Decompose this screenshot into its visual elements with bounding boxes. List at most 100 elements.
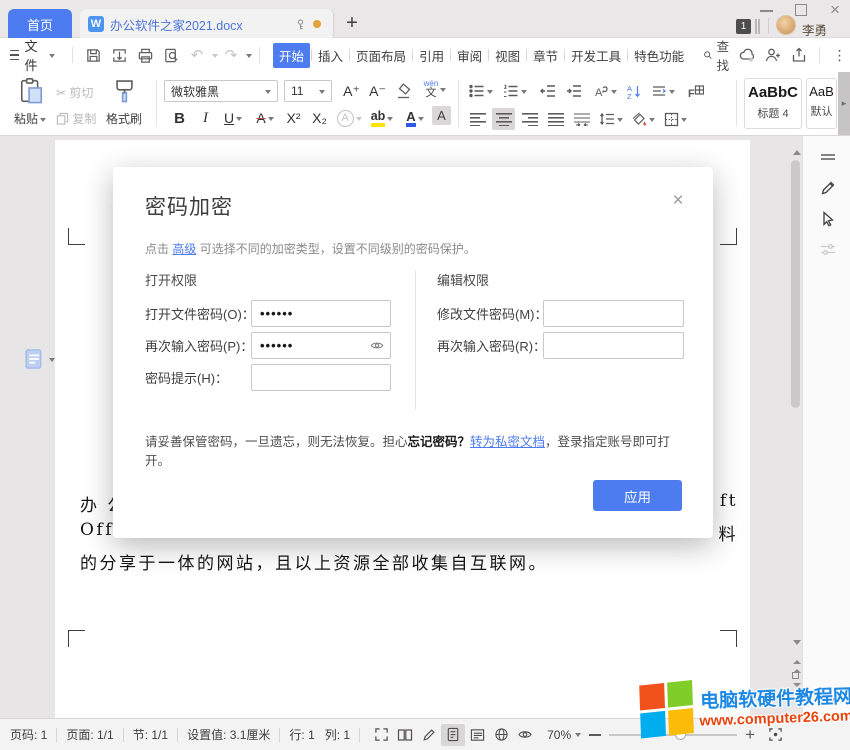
decrease-indent-icon[interactable] [536, 80, 559, 102]
apply-button[interactable]: 应用 [593, 480, 682, 511]
subscript-button[interactable]: X₂ [308, 107, 331, 129]
scroll-down-icon[interactable] [793, 640, 801, 649]
status-setting: 设置值: 3.1厘米 [187, 726, 270, 743]
menu-tab-sections[interactable]: 章节 [528, 43, 563, 68]
font-name-select[interactable]: 微软雅黑 [164, 80, 278, 102]
user-name[interactable]: 李勇 [802, 20, 827, 39]
pinyin-guide-button[interactable]: wén 文 [420, 78, 450, 100]
close-window-icon[interactable]: × [828, 3, 842, 17]
outline-view-icon[interactable] [465, 724, 489, 746]
menu-tab-page-layout[interactable]: 页面布局 [351, 43, 411, 68]
share-icon[interactable] [788, 44, 810, 66]
private-doc-link[interactable]: 转为私密文档 [470, 435, 545, 449]
tab-document[interactable]: W 办公软件之家2021.docx [80, 9, 334, 39]
password-hint-input[interactable] [251, 364, 391, 391]
italic-button[interactable]: I [194, 107, 217, 129]
scroll-up-icon[interactable] [793, 146, 801, 155]
border-button[interactable] [660, 108, 690, 130]
menu-tab-review[interactable]: 审阅 [452, 43, 487, 68]
chevron-down-icon [521, 90, 527, 97]
paste-button[interactable]: 粘贴 [6, 110, 54, 127]
bold-button[interactable]: B [168, 107, 191, 129]
text-direction-button[interactable]: A [590, 80, 620, 102]
save-icon[interactable] [82, 44, 104, 66]
menu-tab-insert[interactable]: 插入 [313, 43, 348, 68]
print-icon[interactable] [134, 44, 156, 66]
redo-icon[interactable]: ↷ [220, 44, 242, 66]
bullet-list-button[interactable] [466, 80, 496, 102]
panel-lines-icon[interactable] [819, 148, 837, 166]
modify-password-input[interactable] [543, 300, 684, 327]
sort-icon[interactable]: AZ [622, 80, 645, 102]
highlight-color-button[interactable]: ab [366, 107, 398, 129]
eye-protect-icon[interactable] [513, 724, 537, 746]
font-color-button[interactable]: A [400, 107, 430, 129]
book-view-icon[interactable] [393, 724, 417, 746]
quick-access-chevron-icon[interactable] [246, 54, 252, 61]
align-right-button[interactable] [518, 108, 541, 130]
decrease-font-button[interactable]: A⁻ [366, 80, 389, 102]
underline-button[interactable]: U [218, 107, 248, 129]
maximize-icon[interactable] [795, 4, 807, 16]
align-center-button[interactable] [492, 108, 515, 130]
write-mode-icon[interactable] [417, 724, 441, 746]
show-password-icon[interactable] [370, 339, 384, 352]
increase-indent-icon[interactable] [562, 80, 585, 102]
open-password-input[interactable] [251, 300, 391, 327]
paragraph-layout-button[interactable] [648, 80, 678, 102]
note-text: 请妥善保管密码，一旦遗忘，则无法恢复。担心 [145, 435, 408, 449]
zoom-out-button[interactable] [589, 734, 601, 736]
distribute-button[interactable] [570, 108, 593, 130]
undo-icon[interactable]: ↶ [186, 44, 208, 66]
zoom-level[interactable]: 70% [547, 728, 571, 742]
scrollbar-thumb[interactable] [791, 160, 800, 408]
vertical-scrollbar[interactable] [790, 136, 802, 718]
minimize-icon[interactable] [760, 10, 773, 12]
style-card-default[interactable]: AaB 默认 [806, 78, 837, 129]
add-user-icon[interactable] [762, 44, 784, 66]
new-tab-button[interactable]: + [340, 11, 364, 35]
style-card-heading4[interactable]: AaBbC 标题 4 [744, 78, 802, 129]
page-view-icon[interactable] [441, 724, 465, 746]
justify-button[interactable] [544, 108, 567, 130]
format-painter-button[interactable]: 格式刷 [102, 110, 146, 127]
nav-pane-button[interactable] [24, 348, 55, 370]
text-tool-grid-icon[interactable]: F [684, 80, 707, 102]
superscript-button[interactable]: X² [282, 107, 305, 129]
margin-crop-mark [720, 228, 737, 245]
chevron-down-icon[interactable] [575, 733, 581, 740]
format-painter-icon[interactable] [112, 78, 137, 104]
paste-icon[interactable] [18, 77, 45, 105]
menu-tab-dev-tools[interactable]: 开发工具 [566, 43, 626, 68]
style-gallery-expand-icon[interactable]: ▸ [838, 72, 850, 135]
increase-font-button[interactable]: A⁺ [340, 80, 363, 102]
select-cursor-icon[interactable] [819, 210, 837, 228]
shading-button[interactable] [628, 108, 658, 130]
web-view-icon[interactable] [489, 724, 513, 746]
advanced-link[interactable]: 高级 [172, 242, 196, 256]
font-size-select[interactable]: 11 [284, 80, 332, 102]
menu-tab-special-features[interactable]: 特色功能 [629, 43, 689, 68]
fullscreen-icon[interactable] [369, 724, 393, 746]
char-shading-button[interactable]: A [432, 106, 451, 125]
find-button[interactable]: 查找 [703, 36, 734, 74]
user-avatar[interactable] [776, 15, 796, 35]
clear-format-icon[interactable] [392, 80, 415, 102]
strikethrough-button[interactable]: A [250, 107, 280, 129]
align-left-button[interactable] [466, 108, 489, 130]
tab-home[interactable]: 首页 [8, 9, 72, 39]
menu-tab-view[interactable]: 视图 [490, 43, 525, 68]
numbered-list-button[interactable] [500, 80, 530, 102]
line-spacing-button[interactable] [596, 108, 626, 130]
cloud-sync-icon[interactable] [736, 44, 758, 66]
confirm-modify-password-input[interactable] [543, 332, 684, 359]
close-dialog-icon[interactable]: × [669, 193, 687, 211]
export-icon[interactable] [108, 44, 130, 66]
message-count-badge[interactable]: 1 [736, 19, 751, 34]
menu-tab-references[interactable]: 引用 [414, 43, 449, 68]
more-options-icon[interactable]: ⋮ [829, 44, 850, 66]
menu-tab-home[interactable]: 开始 [273, 43, 310, 68]
print-preview-icon[interactable] [160, 44, 182, 66]
edit-pen-icon[interactable] [819, 178, 837, 196]
file-menu-button[interactable]: 文件 [10, 36, 55, 74]
